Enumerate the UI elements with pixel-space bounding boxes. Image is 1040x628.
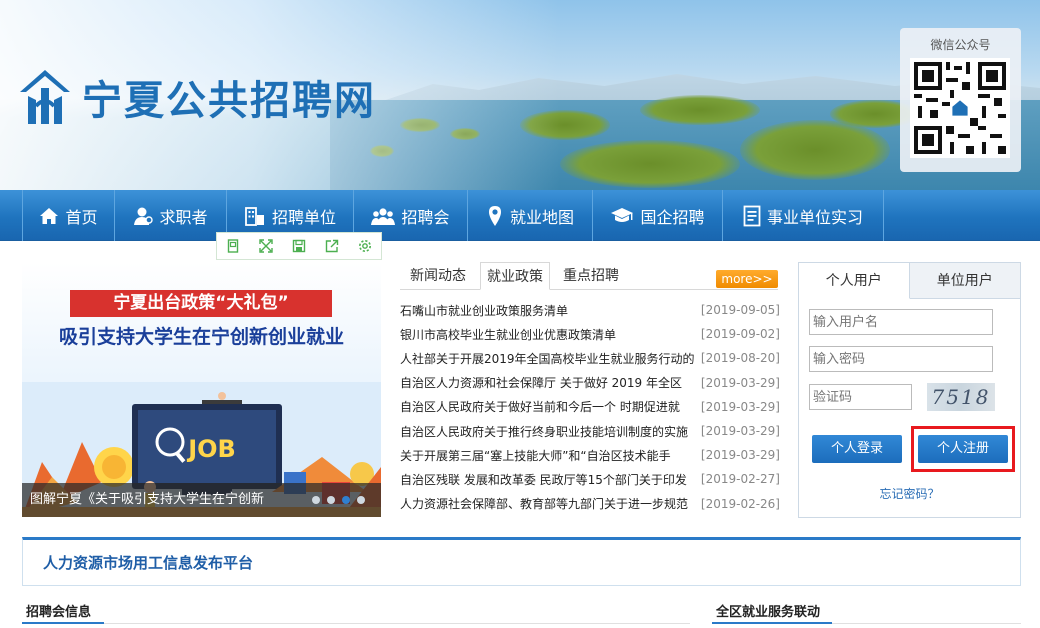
banner-reed [640, 95, 760, 125]
news-title[interactable]: 自治区残联 发展和改革委 民政厅等15个部门关于印发 [400, 471, 696, 488]
expand-icon[interactable] [250, 233, 283, 259]
carousel-dot[interactable] [357, 496, 365, 504]
news-item[interactable]: 人社部关于开展2019年全国高校毕业生就业服务行动的 [2019-08-20] [400, 346, 780, 370]
carousel-dot[interactable] [312, 496, 320, 504]
nav-label: 事业单位实习 [766, 207, 863, 227]
platform-title[interactable]: 人力资源市场用工信息发布平台 [43, 552, 253, 573]
nav-label: 招聘单位 [271, 207, 336, 227]
job-fair-section-header: 招聘会信息 [22, 596, 690, 624]
login-button[interactable]: 个人登录 [812, 435, 902, 463]
tab-key-recruit[interactable]: 重点招聘 [563, 262, 619, 290]
nav-label: 国企招聘 [640, 207, 705, 227]
news-title[interactable]: 关于开展第三届“塞上技能大师”和“自治区技术能手 [400, 447, 696, 464]
register-highlight [911, 426, 1015, 472]
carousel-subheadline: 吸引支持大学生在宁创新创业就业 [58, 326, 344, 348]
news-title[interactable]: 人力资源社会保障部、教育部等九部门关于进一步规范 [400, 495, 696, 512]
news-item[interactable]: 人力资源社会保障部、教育部等九部门关于进一步规范 [2019-02-26] [400, 492, 780, 516]
document-icon [743, 205, 761, 226]
news-date: [2019-02-26] [700, 496, 780, 511]
group-icon [371, 207, 396, 225]
wechat-caption: 微信公众号 [930, 38, 991, 52]
share-icon[interactable] [315, 233, 348, 259]
news-item[interactable]: 自治区残联 发展和改革委 民政厅等15个部门关于印发 [2019-02-27] [400, 467, 780, 491]
news-date: [2019-03-29] [700, 375, 780, 390]
news-date: [2019-03-29] [700, 424, 780, 439]
carousel-dot[interactable] [327, 496, 335, 504]
home-icon [40, 207, 59, 224]
forgot-password-link[interactable]: 忘记密码？ [799, 485, 1020, 502]
linkage-section-header: 全区就业服务联动 [712, 596, 1021, 624]
nav-item-soe-recruit[interactable]: 国企招聘 [593, 190, 723, 241]
carousel-headline: 宁夏出台政策“大礼包” [70, 290, 332, 317]
page-icon[interactable] [217, 233, 250, 259]
carousel-dot-active[interactable] [342, 496, 350, 504]
news-date: [2019-08-20] [700, 351, 780, 366]
header-banner: 宁夏公共招聘网 微信公众号 [0, 0, 1040, 190]
carousel-badge: JOB [186, 435, 236, 463]
wechat-box: 微信公众号 [900, 28, 1021, 172]
linkage-title[interactable]: 全区就业服务联动 [716, 601, 820, 620]
news-date: [2019-03-29] [700, 448, 780, 463]
settings-icon[interactable] [348, 233, 381, 259]
tab-news[interactable]: 新闻动态 [410, 262, 466, 290]
nav-item-jobseeker[interactable]: 求职者 [115, 190, 227, 241]
user-icon [134, 207, 154, 225]
building-icon [245, 206, 264, 226]
news-item[interactable]: 石嘴山市就业创业政策服务清单 [2019-09-05] [400, 298, 780, 322]
login-tabs: 个人用户 单位用户 [799, 263, 1020, 299]
login-panel: 个人用户 单位用户 7518 个人登录 个人注册 忘记密码？ [798, 262, 1021, 518]
news-date: [2019-09-02] [700, 327, 780, 342]
nav-item-job-map[interactable]: 就业地图 [468, 190, 593, 241]
nav-label: 招聘会 [401, 207, 450, 227]
save-icon[interactable] [283, 233, 316, 259]
news-item[interactable]: 自治区人民政府关于推行终身职业技能培训制度的实施 [2019-03-29] [400, 419, 780, 443]
news-date: [2019-02-27] [700, 472, 780, 487]
news-carousel[interactable]: 宁夏出台政策“大礼包” 吸引支持大学生在宁创新创业就业 JOB 图解宁夏《关于吸… [22, 262, 381, 517]
floating-toolbar [216, 232, 382, 260]
news-list: 石嘴山市就业创业政策服务清单 [2019-09-05] 银川市高校毕业生就业创业优… [400, 298, 780, 516]
tab-policy[interactable]: 就业政策 [480, 262, 550, 290]
news-date: [2019-09-05] [700, 303, 780, 318]
graduation-icon [611, 207, 634, 222]
section-underline [22, 622, 104, 624]
news-item[interactable]: 自治区人民政府关于做好当前和今后一个 时期促进就 [2019-03-29] [400, 395, 780, 419]
news-date: [2019-03-29] [700, 399, 780, 414]
more-button[interactable]: more>> [716, 270, 778, 288]
banner-reed [560, 140, 740, 188]
section-underline [712, 622, 832, 624]
tab-personal-user[interactable]: 个人用户 [799, 263, 910, 299]
news-title[interactable]: 石嘴山市就业创业政策服务清单 [400, 302, 696, 319]
news-title[interactable]: 人社部关于开展2019年全国高校毕业生就业服务行动的 [400, 350, 696, 367]
nav-label: 求职者 [159, 207, 208, 227]
site-logo[interactable]: 宁夏公共招聘网 [16, 66, 376, 128]
news-title[interactable]: 自治区人民政府关于推行终身职业技能培训制度的实施 [400, 423, 696, 440]
nav-item-internship[interactable]: 事业单位实习 [723, 190, 884, 241]
username-input[interactable] [809, 309, 993, 335]
nav-item-home[interactable]: 首页 [22, 190, 115, 241]
banner-reed [740, 120, 890, 180]
logo-mark-icon [20, 70, 70, 124]
captcha-image[interactable]: 7518 [927, 383, 995, 411]
news-title[interactable]: 自治区人民政府关于做好当前和今后一个 时期促进就 [400, 398, 696, 415]
news-item[interactable]: 关于开展第三届“塞上技能大师”和“自治区技术能手 [2019-03-29] [400, 443, 780, 467]
captcha-input[interactable] [809, 384, 912, 410]
password-input[interactable] [809, 346, 993, 372]
news-title[interactable]: 自治区人力资源和社会保障厅 关于做好 2019 年全区 [400, 374, 696, 391]
job-fair-title[interactable]: 招聘会信息 [26, 601, 91, 620]
map-pin-icon [488, 205, 501, 226]
news-item[interactable]: 银川市高校毕业生就业创业优惠政策清单 [2019-09-02] [400, 322, 780, 346]
tab-employer-user[interactable]: 单位用户 [909, 263, 1020, 299]
nav-label: 首页 [65, 207, 98, 227]
nav-label: 就业地图 [509, 207, 574, 227]
news-title[interactable]: 银川市高校毕业生就业创业优惠政策清单 [400, 326, 696, 343]
qr-code-icon[interactable] [910, 58, 1010, 158]
main-nav: 首页 求职者 招聘单位 招聘会 就业地图 国企招聘 事业单位实习 [0, 190, 1040, 241]
carousel-dots [312, 496, 372, 504]
platform-bar: 人力资源市场用工信息发布平台 [22, 537, 1021, 586]
news-item[interactable]: 自治区人力资源和社会保障厅 关于做好 2019 年全区 [2019-03-29] [400, 371, 780, 395]
site-title: 宁夏公共招聘网 [82, 77, 376, 124]
